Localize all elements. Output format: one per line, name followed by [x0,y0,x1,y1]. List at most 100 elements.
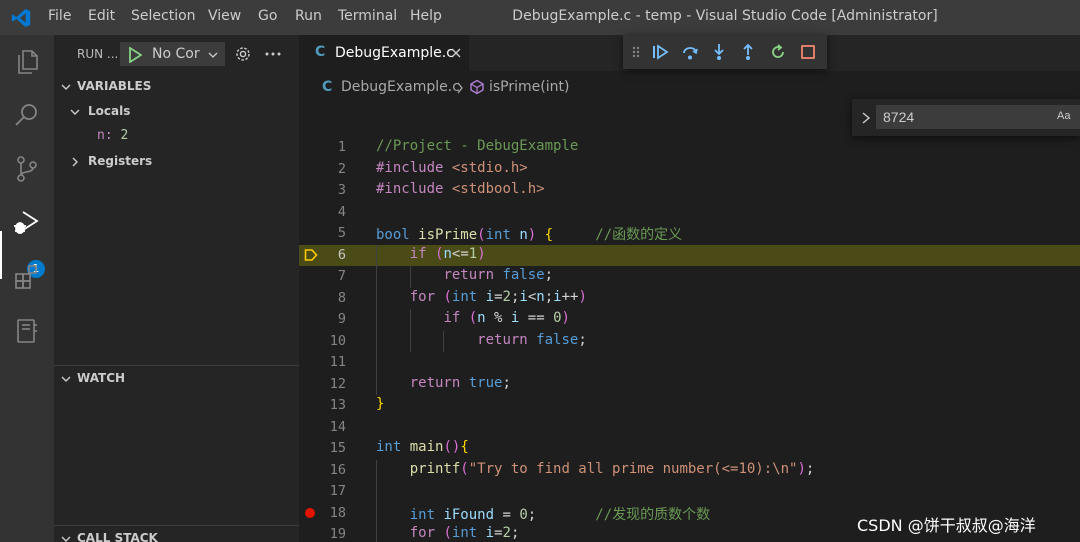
code-text: #include <stdbool.h> [376,181,545,197]
line-number: 14 [329,418,346,435]
breadcrumb-file[interactable]: DebugExample.c [341,79,460,95]
line-number: 4 [337,203,346,220]
line-number: 16 [329,461,346,478]
chevron-down-icon [61,84,71,90]
c-file-icon: C [315,44,326,60]
debug-sidebar: RUN ... No Cor VARIABLES Locals n: 2 Reg… [54,35,299,542]
code-line[interactable]: 15 int main(){ [299,438,1080,460]
watch-section-header[interactable]: WATCH [54,368,299,390]
restart-icon[interactable] [769,43,787,61]
code-line[interactable]: 16 printf("Try to find all prime number(… [299,460,1080,482]
indent-guide [409,309,411,352]
step-into-icon[interactable] [710,43,728,61]
variables-section-header[interactable]: VARIABLES [54,76,299,98]
indent-guide [443,330,445,352]
registers-label: Registers [88,154,153,168]
explorer-icon[interactable] [11,45,43,77]
chevron-right-icon[interactable] [860,111,872,125]
line-number: 17 [329,483,346,499]
code-text: int iFound = 0; //发现的质数个数 [409,506,711,523]
line-number: 2 [337,160,346,177]
code-line[interactable]: 8 for (int i=2;i<n;i++) [299,288,1080,310]
code-text: for (int i=2;i<n;i++) [409,288,587,305]
drag-handle-icon[interactable] [631,43,641,61]
menu-go[interactable]: Go [258,8,277,24]
menu-run[interactable]: Run [295,8,322,24]
code-line[interactable]: 14 [299,417,1080,439]
code-line[interactable]: 13} [299,395,1080,417]
code-line[interactable]: 7 return false; [299,266,1080,288]
watermark-text: CSDN @饼干叔叔@海洋 [857,516,1036,535]
current-execution-arrow-icon[interactable] [304,248,318,262]
tab-debugexample-c[interactable]: C DebugExample.c [299,35,469,71]
vscode-logo-icon [11,8,31,28]
close-icon[interactable] [449,46,463,60]
extensions-icon[interactable] [11,261,43,293]
menu-terminal[interactable]: Terminal [338,8,397,24]
step-over-icon[interactable] [681,43,699,61]
menu-view[interactable]: View [208,8,241,24]
menu-selection[interactable]: Selection [131,8,196,24]
code-text: if (n<=1) [409,245,486,262]
code-text: return false; [477,331,587,348]
debug-toolbar [623,35,827,69]
run-header: RUN ... No Cor [54,35,299,73]
source-control-icon[interactable] [11,153,43,185]
section-divider [54,525,299,526]
code-line[interactable]: 4 [299,202,1080,224]
variables-header-label: VARIABLES [77,79,152,93]
chevron-down-icon [208,52,218,58]
code-text: #include <stdio.h> [376,159,528,176]
code-editor[interactable]: 1 //Project - DebugExample 2 #include <stdi… [299,137,1080,542]
launch-config-select[interactable]: No Cor [120,42,225,66]
current-execution-line[interactable]: 6 if (n<=1) [299,244,1080,266]
breakpoint-icon[interactable] [305,507,315,518]
tree-item-locals[interactable]: Locals [54,101,299,123]
variable-n[interactable]: n: 2 [97,128,128,143]
search-icon[interactable] [11,99,43,131]
code-text: for (int i=2; [409,525,520,541]
gear-icon[interactable] [234,45,252,63]
title-bar: File Edit Selection View Go Run Terminal… [0,0,1080,35]
code-line[interactable]: 9 if (n % i == 0) [299,309,1080,331]
code-text: return true; [409,374,511,391]
code-line[interactable]: 3 #include <stdbool.h> [299,180,1080,202]
code-line[interactable]: 11 [299,352,1080,374]
run-debug-icon[interactable] [11,207,43,239]
code-line[interactable]: 17 [299,481,1080,503]
stop-icon[interactable] [799,43,817,61]
menu-edit[interactable]: Edit [88,8,115,24]
code-text: int main(){ [376,439,469,455]
code-text: printf("Try to find all prime number(<=1… [409,460,815,477]
code-line[interactable]: 5 bool isPrime(int n) { //函数的定义 [299,223,1080,245]
code-line[interactable]: 1 //Project - DebugExample [299,137,1080,159]
code-line[interactable]: 10 return false; [299,331,1080,353]
match-case-toggle[interactable]: Aa [1057,110,1070,122]
continue-icon[interactable] [651,43,669,61]
variable-value: 2 [120,128,129,143]
section-divider [54,365,299,366]
start-debugging-icon[interactable] [128,47,142,63]
line-number: 12 [329,375,346,392]
menu-file[interactable]: File [48,8,71,24]
line-number: 7 [337,268,346,284]
line-number: 19 [329,526,346,542]
line-number: 3 [337,182,346,198]
line-number: 8 [337,289,346,306]
callstack-section-header[interactable]: CALL STACK [54,528,299,542]
line-number: 5 [337,225,346,241]
tree-item-registers[interactable]: Registers [54,151,299,173]
find-input[interactable] [876,105,1080,129]
code-line[interactable]: 12 return true; [299,374,1080,396]
more-actions-icon[interactable] [264,45,282,63]
code-line[interactable]: 2 #include <stdio.h> [299,159,1080,181]
activity-bar: 1 [0,35,54,542]
step-out-icon[interactable] [739,43,757,61]
indent-guide [376,244,377,395]
notebook-icon[interactable] [11,315,43,347]
chevron-right-icon [457,82,463,94]
indent-guide [376,459,377,542]
chevron-down-icon [61,376,71,382]
indent-guide [409,266,411,288]
breadcrumb-symbol[interactable]: isPrime(int) [489,79,569,95]
